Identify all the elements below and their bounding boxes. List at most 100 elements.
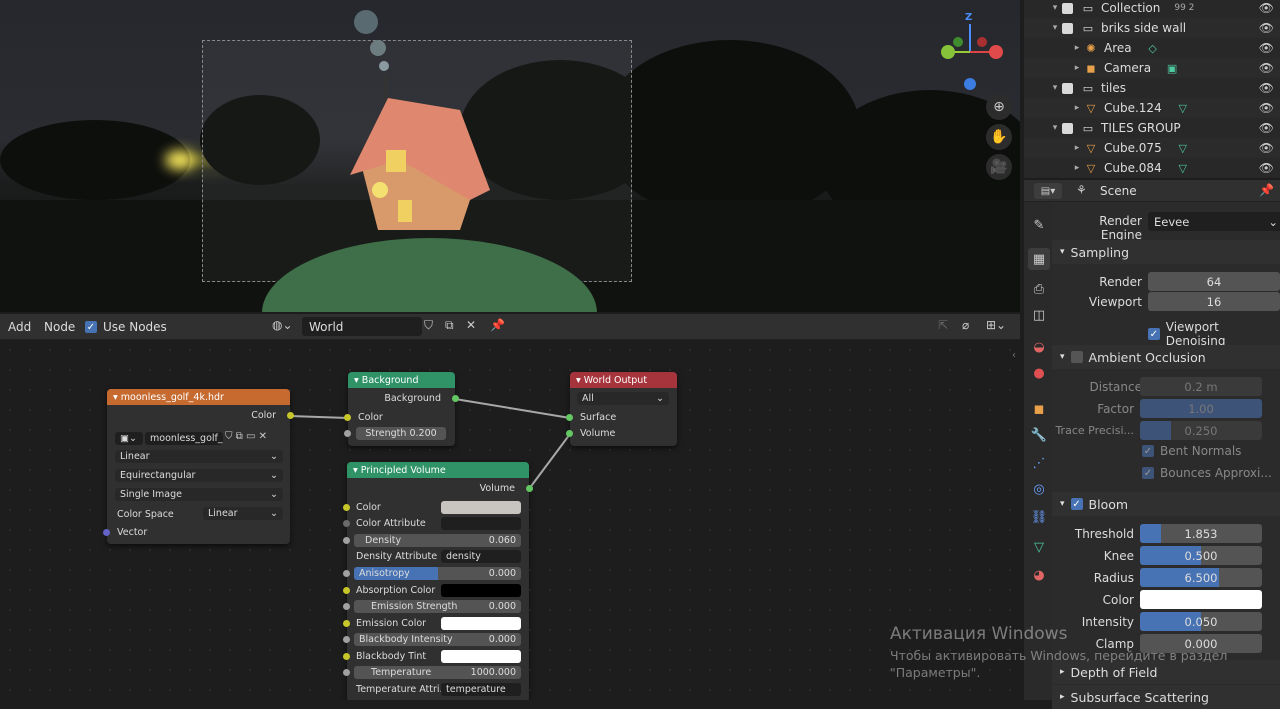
eye-icon[interactable]: 👁 [1259,1,1274,15]
modifier-tab-icon[interactable]: 🔧 [1028,424,1050,446]
temperature-socket[interactable] [343,669,350,676]
snap-settings-icon[interactable]: ⊞⌄ [986,318,1006,332]
expand-icon[interactable]: ▾ [1048,123,1062,133]
temperature-attribute-field[interactable]: temperature [441,683,521,696]
output-tab-icon[interactable]: ⎙ [1028,278,1050,300]
world-browse-icon[interactable]: ◍⌄ [272,318,293,332]
anisotropy-socket[interactable] [343,570,350,577]
outliner-row[interactable]: ▾ ▭ TILES GROUP 👁 [1024,118,1280,138]
duplicate-icon[interactable]: ⧉ [445,318,454,333]
emission-strength-socket[interactable] [343,603,350,610]
absorption-color-socket[interactable] [343,587,350,594]
ao-distance-field[interactable]: 0.2 m [1140,377,1262,396]
eye-icon[interactable]: 👁 [1259,101,1274,115]
image-action-icons[interactable]: ⛉ ⧉ ▭ ✕ [225,431,267,442]
sampling-section-header[interactable]: ▾ Sampling [1052,240,1280,264]
bent-normals-checkbox[interactable]: ✓ Bent Normals [1142,444,1241,458]
eye-icon[interactable]: 👁 [1259,41,1274,55]
eye-icon[interactable]: 👁 [1259,81,1274,95]
render-engine-dropdown[interactable]: Eevee ⌄ [1148,212,1280,231]
outliner-row[interactable]: ▸ ▽ Cube.075 ▽ 👁 [1024,138,1280,158]
exclude-checkbox[interactable] [1062,122,1073,134]
outliner-row[interactable]: ▾ ▭ briks side wall 👁 [1024,18,1280,38]
constraints-tab-icon[interactable]: ⛓ [1028,506,1050,528]
tool-tab-icon[interactable]: ✎ [1028,214,1050,236]
camera-view-icon[interactable]: 🎥 [986,154,1012,180]
interpolation-dropdown[interactable]: Linear ⌄ [115,450,283,463]
strength-field[interactable]: Strength 0.200 [356,427,446,440]
anisotropy-field[interactable]: Anisotropy 0.000 [354,567,521,580]
particles-tab-icon[interactable]: ⋰ [1028,452,1050,474]
source-dropdown[interactable]: Single Image ⌄ [115,488,283,501]
eye-icon[interactable]: 👁 [1259,141,1274,155]
parent-node-tree-icon[interactable]: ⇱ [938,318,948,332]
add-menu[interactable]: Add [8,320,31,334]
physics-tab-icon[interactable]: ◎ [1028,478,1050,500]
bloom-color-swatch[interactable] [1140,590,1262,609]
exclude-checkbox[interactable] [1062,82,1073,94]
view-layer-tab-icon[interactable]: ◫ [1028,304,1050,326]
data-tab-icon[interactable]: ▽ [1028,536,1050,558]
outliner-row[interactable]: ▾ ▭ tiles 👁 [1024,78,1280,98]
surface-input-socket[interactable] [566,414,573,421]
viewport-denoising-checkbox[interactable]: ✓ Viewport Denoising [1148,320,1280,348]
volume-output-socket[interactable] [526,485,533,492]
background-node[interactable]: ▾ Background Background Color Strength 0… [344,372,459,446]
color-attribute-socket[interactable] [343,520,350,527]
color-output-socket[interactable] [287,412,294,419]
subsurface-section-header[interactable]: ▸ Subsurface Scattering [1052,685,1280,709]
bloom-section-header[interactable]: ▾ ✓ Bloom [1052,492,1280,516]
outliner-row[interactable]: ▸ ▽ Cube.124 ▽ 👁 [1024,98,1280,118]
absorption-color-swatch[interactable] [441,584,521,597]
ao-trace-field[interactable]: 0.250 [1140,421,1262,440]
emission-color-swatch[interactable] [441,617,521,630]
blackbody-tint-swatch[interactable] [441,650,521,663]
expand-icon[interactable]: ▾ [1048,3,1062,13]
projection-dropdown[interactable]: Equirectangular ⌄ [115,469,283,482]
unlink-icon[interactable]: ✕ [466,318,476,332]
image-browse-button[interactable]: ▣⌄ [115,432,143,445]
eye-icon[interactable]: 👁 [1259,61,1274,75]
exclude-checkbox[interactable] [1062,22,1073,34]
density-field[interactable]: Density 0.060 [354,534,521,547]
node-menu[interactable]: Node [44,320,75,334]
world-output-node[interactable]: ▾ World Output All ⌄ Surface Volume [566,372,677,446]
node-canvas[interactable]: ▾ moonless_golf_4k.hdr Color ▣⌄ moonless… [0,340,1020,700]
fake-user-icon[interactable]: ⛉ [424,318,433,333]
zoom-icon[interactable]: ⊕ [986,94,1012,120]
eye-icon[interactable]: 👁 [1259,161,1274,175]
blackbody-tint-socket[interactable] [343,653,350,660]
color-input-socket[interactable] [344,414,351,421]
blackbody-intensity-socket[interactable] [343,636,350,643]
node-header[interactable]: ▾ moonless_golf_4k.hdr [107,389,290,405]
expand-icon[interactable]: ▸ [1070,43,1084,53]
node-header[interactable]: ▾ World Output [570,372,677,388]
expand-icon[interactable]: ▸ [1070,143,1084,153]
ao-factor-field[interactable]: 1.00 [1140,399,1262,418]
eye-icon[interactable]: 👁 [1259,21,1274,35]
outliner-row[interactable]: ▾ ▭ Collection 99 2 👁 [1024,0,1280,18]
color-swatch[interactable] [441,501,521,514]
bloom-clamp-field[interactable]: 0.000 [1140,634,1262,653]
eye-icon[interactable]: 👁 [1259,121,1274,135]
bounces-approx-checkbox[interactable]: ✓ Bounces Approxi... [1142,466,1272,480]
vector-input-socket[interactable] [103,529,110,536]
render-samples-field[interactable]: 64 [1148,272,1280,291]
temperature-field[interactable]: Temperature 1000.000 [354,666,521,679]
outliner-row[interactable]: ▸ ◼ Camera ▣ 👁 [1024,58,1280,78]
3d-viewport[interactable]: Z ⊕ ✋ 🎥 [0,0,1020,312]
exclude-checkbox[interactable] [1062,2,1073,14]
outliner-row[interactable]: ▸ ✺ Area ◇ 👁 [1024,38,1280,58]
bloom-enable-checkbox[interactable]: ✓ [1070,498,1083,510]
ambient-occlusion-section-header[interactable]: ▾ Ambient Occlusion [1052,345,1280,369]
density-socket[interactable] [343,537,350,544]
color-attribute-field[interactable] [441,517,521,530]
editor-type-dropdown[interactable]: ▤▾ [1034,183,1062,199]
expand-icon[interactable]: ▾ [1048,23,1062,33]
environment-texture-node[interactable]: ▾ moonless_golf_4k.hdr Color ▣⌄ moonless… [103,389,294,544]
snap-icon[interactable]: ⌀ [962,318,969,332]
image-name-field[interactable]: moonless_golf_4... [145,432,223,445]
viewport-samples-field[interactable]: 16 [1148,292,1280,311]
target-dropdown[interactable]: All ⌄ [577,392,669,405]
expand-icon[interactable]: ▸ [1070,63,1084,73]
